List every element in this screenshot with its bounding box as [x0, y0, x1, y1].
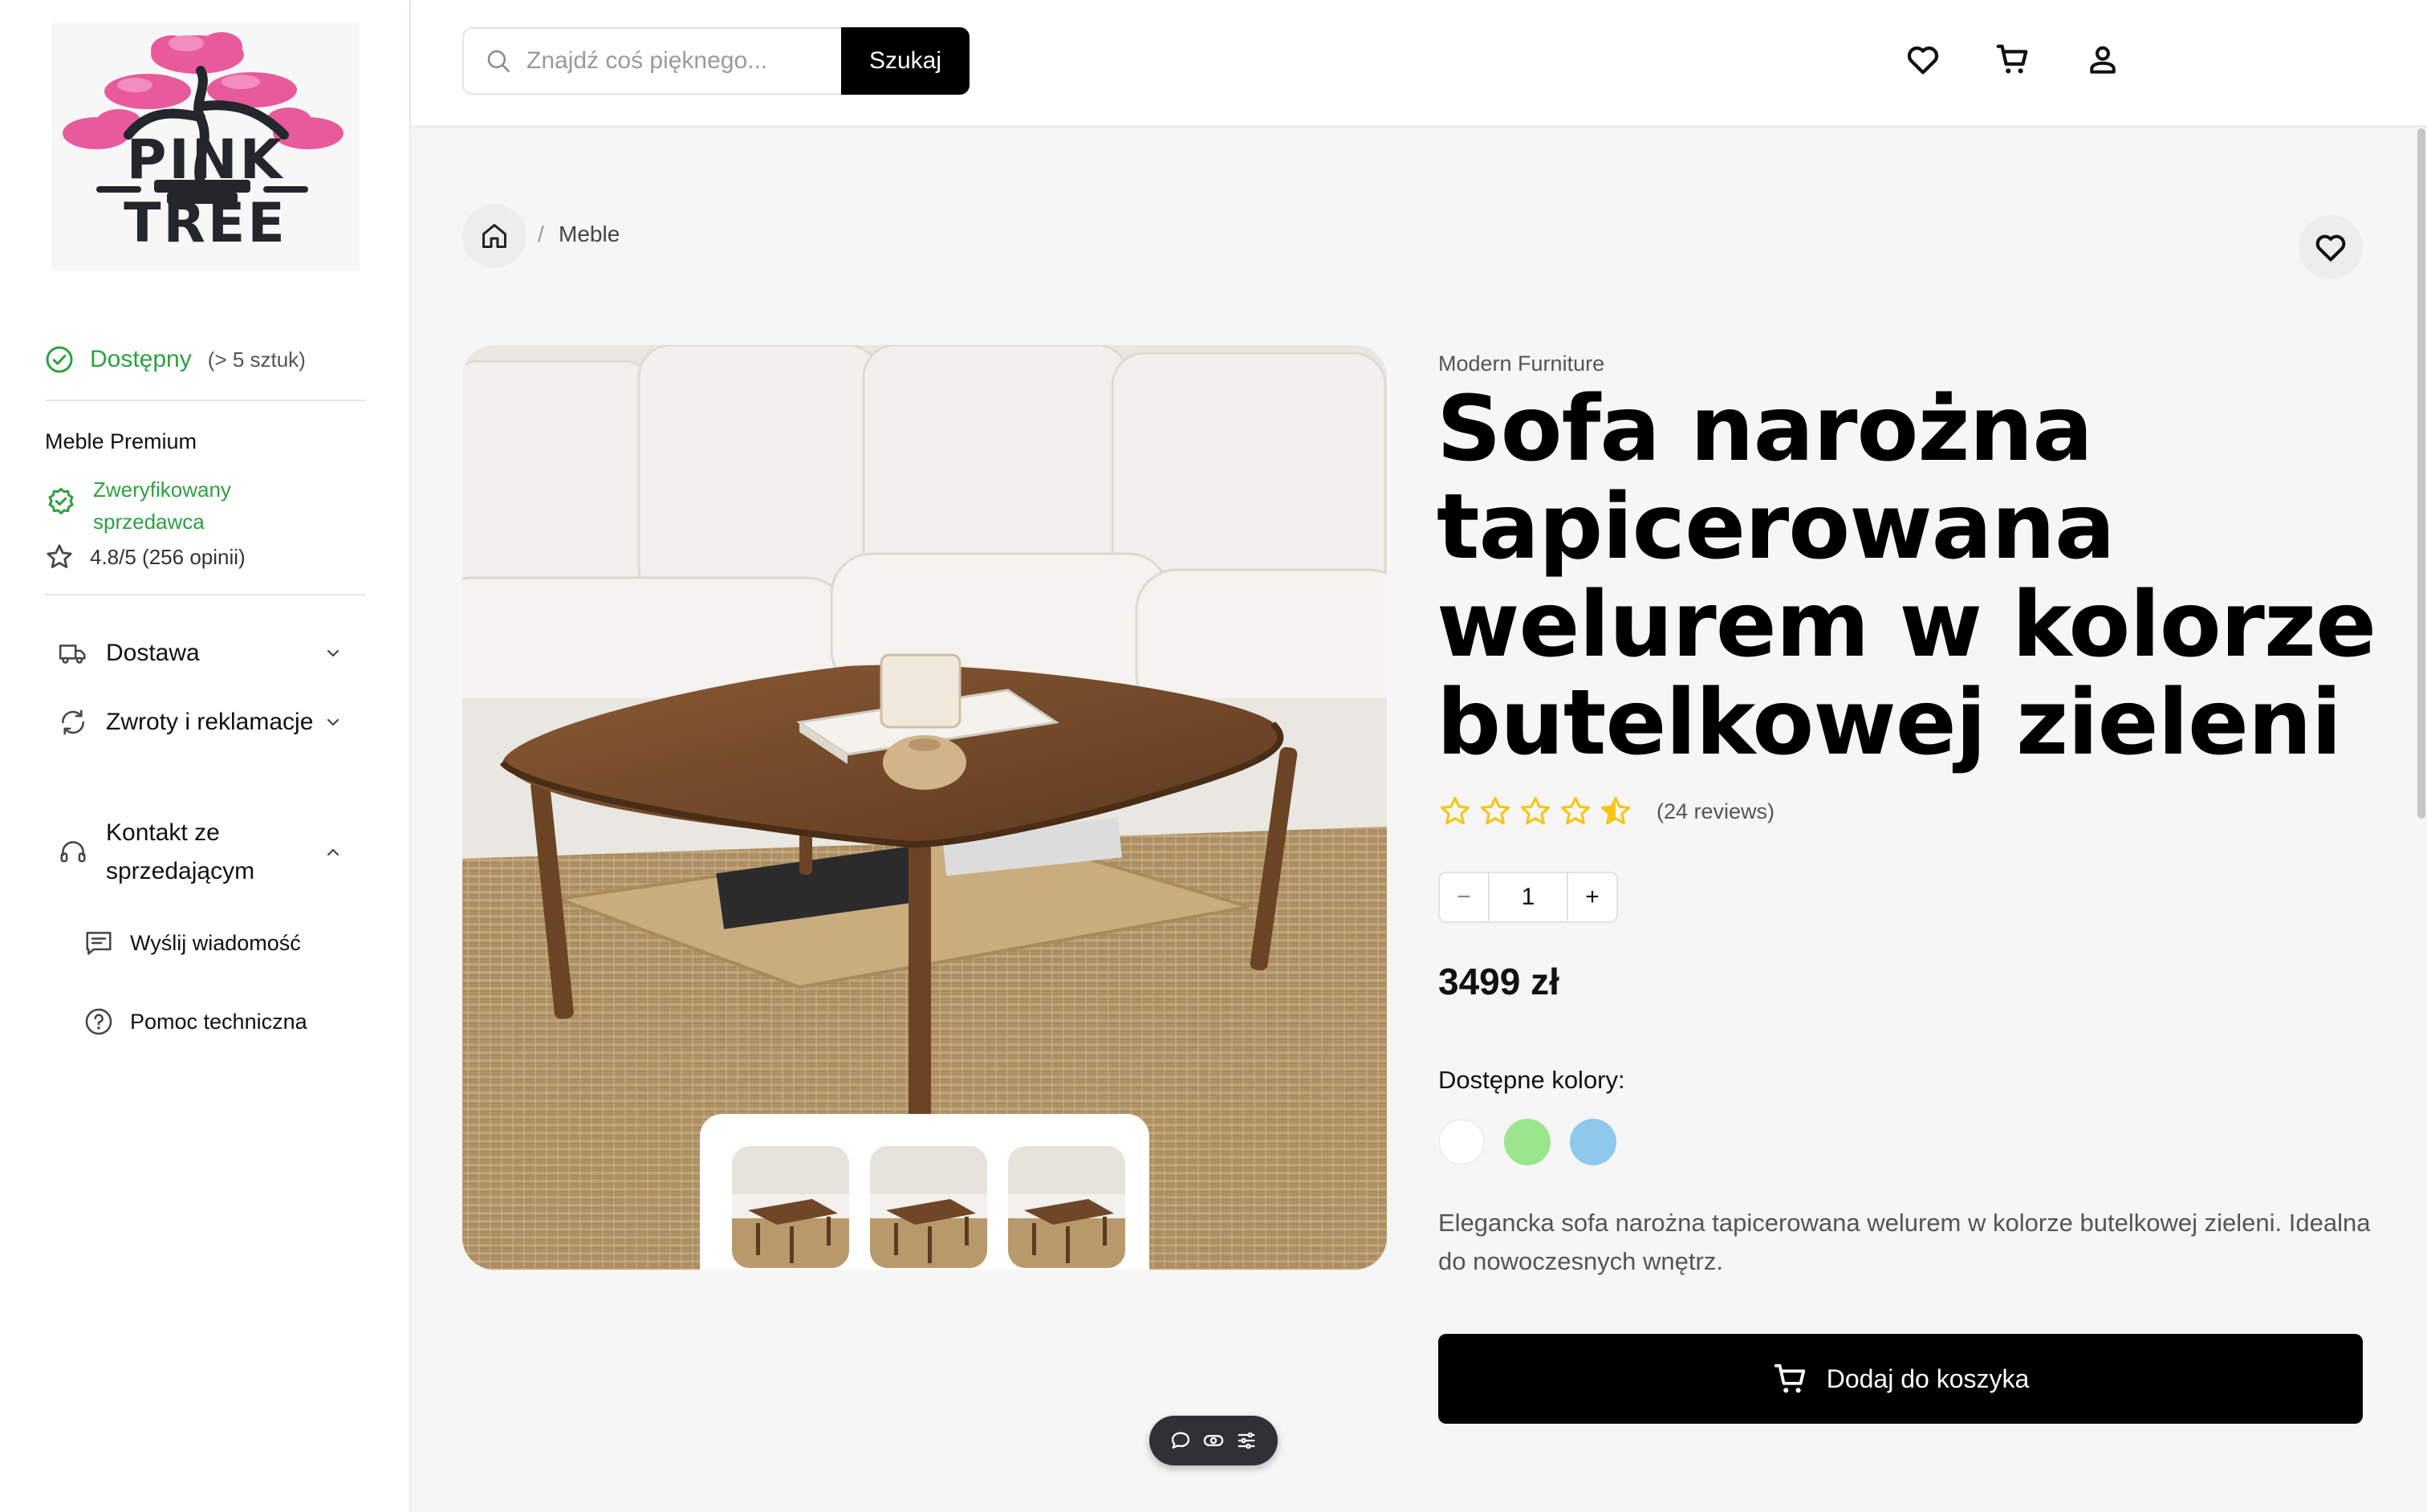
truck-icon [56, 638, 90, 669]
color-swatch-green[interactable] [1504, 1119, 1551, 1165]
support-icon [56, 837, 90, 868]
star-outline-icon [47, 544, 72, 568]
chevron-up-icon [321, 843, 345, 862]
chevron-down-icon [321, 713, 345, 732]
check-circle-icon [46, 346, 73, 373]
color-swatch-white[interactable] [1438, 1119, 1485, 1165]
top-header: Szukaj [411, 0, 2427, 125]
star-icon [1560, 796, 1591, 825]
add-to-wishlist-button[interactable] [2299, 215, 2363, 279]
seller-rating-text: 4.8/5 (256 opinii) [90, 544, 246, 569]
scrollbar-thumb[interactable] [2417, 128, 2425, 819]
tech-support-label: Pomoc techniczna [130, 1009, 307, 1034]
divider [45, 400, 366, 401]
send-message-label: Wyślij wiadomość [130, 930, 301, 955]
search-input[interactable] [526, 47, 815, 75]
thumbnail-1[interactable] [732, 1146, 849, 1268]
add-to-cart-label: Dodaj do koszyka [1826, 1364, 2030, 1393]
add-to-cart-button[interactable]: Dodaj do koszyka [1438, 1334, 2363, 1424]
stock-count: (> 5 sztuk) [207, 347, 306, 372]
accordion-returns-label: Zwroty i reklamacje [106, 709, 314, 735]
product-rating: (24 reviews) [1438, 795, 1775, 828]
contact-tech-support[interactable]: Pomoc techniczna [83, 1006, 307, 1037]
verified-badge-icon [48, 487, 74, 514]
star-icon [1520, 796, 1551, 825]
pink-tree-logo[interactable]: PINK TREE [51, 22, 360, 271]
thumbnail-strip [700, 1114, 1149, 1270]
breadcrumb-home[interactable] [462, 204, 526, 268]
breadcrumb-separator: / [538, 222, 544, 246]
product-brand[interactable]: Modern Furniture [1438, 352, 1604, 376]
star-icon [1480, 796, 1510, 825]
wishlist-heart-icon[interactable] [1901, 37, 1945, 82]
search-box [462, 27, 841, 95]
star-half-icon [1600, 796, 1631, 825]
floating-toolbar [1149, 1416, 1278, 1465]
product-price: 3499 zł [1438, 961, 1559, 1002]
accordion-contact[interactable]: Kontakt ze sprzedającym [56, 814, 345, 891]
settings-sliders-icon[interactable] [1235, 1429, 1258, 1452]
stock-status: Dostępny (> 5 sztuk) [45, 345, 306, 374]
accordion-delivery[interactable]: Dostawa [56, 634, 345, 673]
returns-icon [56, 707, 90, 738]
message-icon [86, 932, 112, 955]
sidebar: PINK TREE Dostępny (> 5 sztuk) Meble Pre… [0, 0, 411, 1512]
divider [45, 594, 366, 595]
verified-seller: Zweryfikowany sprzedawca [45, 474, 286, 538]
heart-icon [2315, 234, 2346, 262]
search-button[interactable]: Szukaj [841, 27, 970, 95]
quantity-increase-button[interactable]: + [1567, 873, 1616, 921]
logo-wordmark: PINK TREE [124, 128, 287, 255]
contact-send-message[interactable]: Wyślij wiadomość [83, 928, 301, 958]
quantity-value[interactable]: 1 [1490, 873, 1567, 921]
thumbnail-2[interactable] [870, 1146, 987, 1268]
color-swatch-blue[interactable] [1570, 1119, 1616, 1165]
cart-icon [1774, 1364, 1805, 1393]
toggle-icon[interactable] [1202, 1429, 1225, 1452]
accordion-delivery-label: Dostawa [106, 640, 200, 666]
star-icon [1440, 796, 1470, 825]
quantity-stepper: − 1 + [1438, 872, 1618, 923]
breadcrumb-current[interactable]: Meble [559, 222, 620, 247]
product-title: Sofa narożna tapicerowana welurem w kolo… [1437, 377, 2376, 775]
accordion-contact-label: Kontakt ze sprzedającym [106, 819, 255, 884]
quantity-decrease-button[interactable]: − [1440, 873, 1490, 921]
search-icon [487, 50, 510, 73]
home-icon [482, 224, 506, 248]
verified-label: Zweryfikowany sprzedawca [93, 478, 231, 534]
user-icon[interactable] [2080, 37, 2125, 82]
colors-label: Dostępne kolory: [1438, 1066, 1625, 1094]
seller-name: Meble Premium [45, 429, 197, 453]
cart-icon[interactable] [1990, 37, 2035, 82]
seller-rating: 4.8/5 (256 opinii) [45, 543, 246, 571]
help-icon [85, 1008, 112, 1035]
accordion-returns[interactable]: Zwroty i reklamacje [56, 703, 345, 742]
thumbnail-3[interactable] [1008, 1146, 1125, 1268]
reviews-count[interactable]: (24 reviews) [1657, 799, 1775, 824]
stock-label: Dostępny [90, 346, 192, 372]
comment-icon[interactable] [1169, 1429, 1192, 1452]
chevron-down-icon [321, 644, 345, 663]
product-description: Elegancka sofa narożna tapicerowana welu… [1438, 1209, 2371, 1275]
